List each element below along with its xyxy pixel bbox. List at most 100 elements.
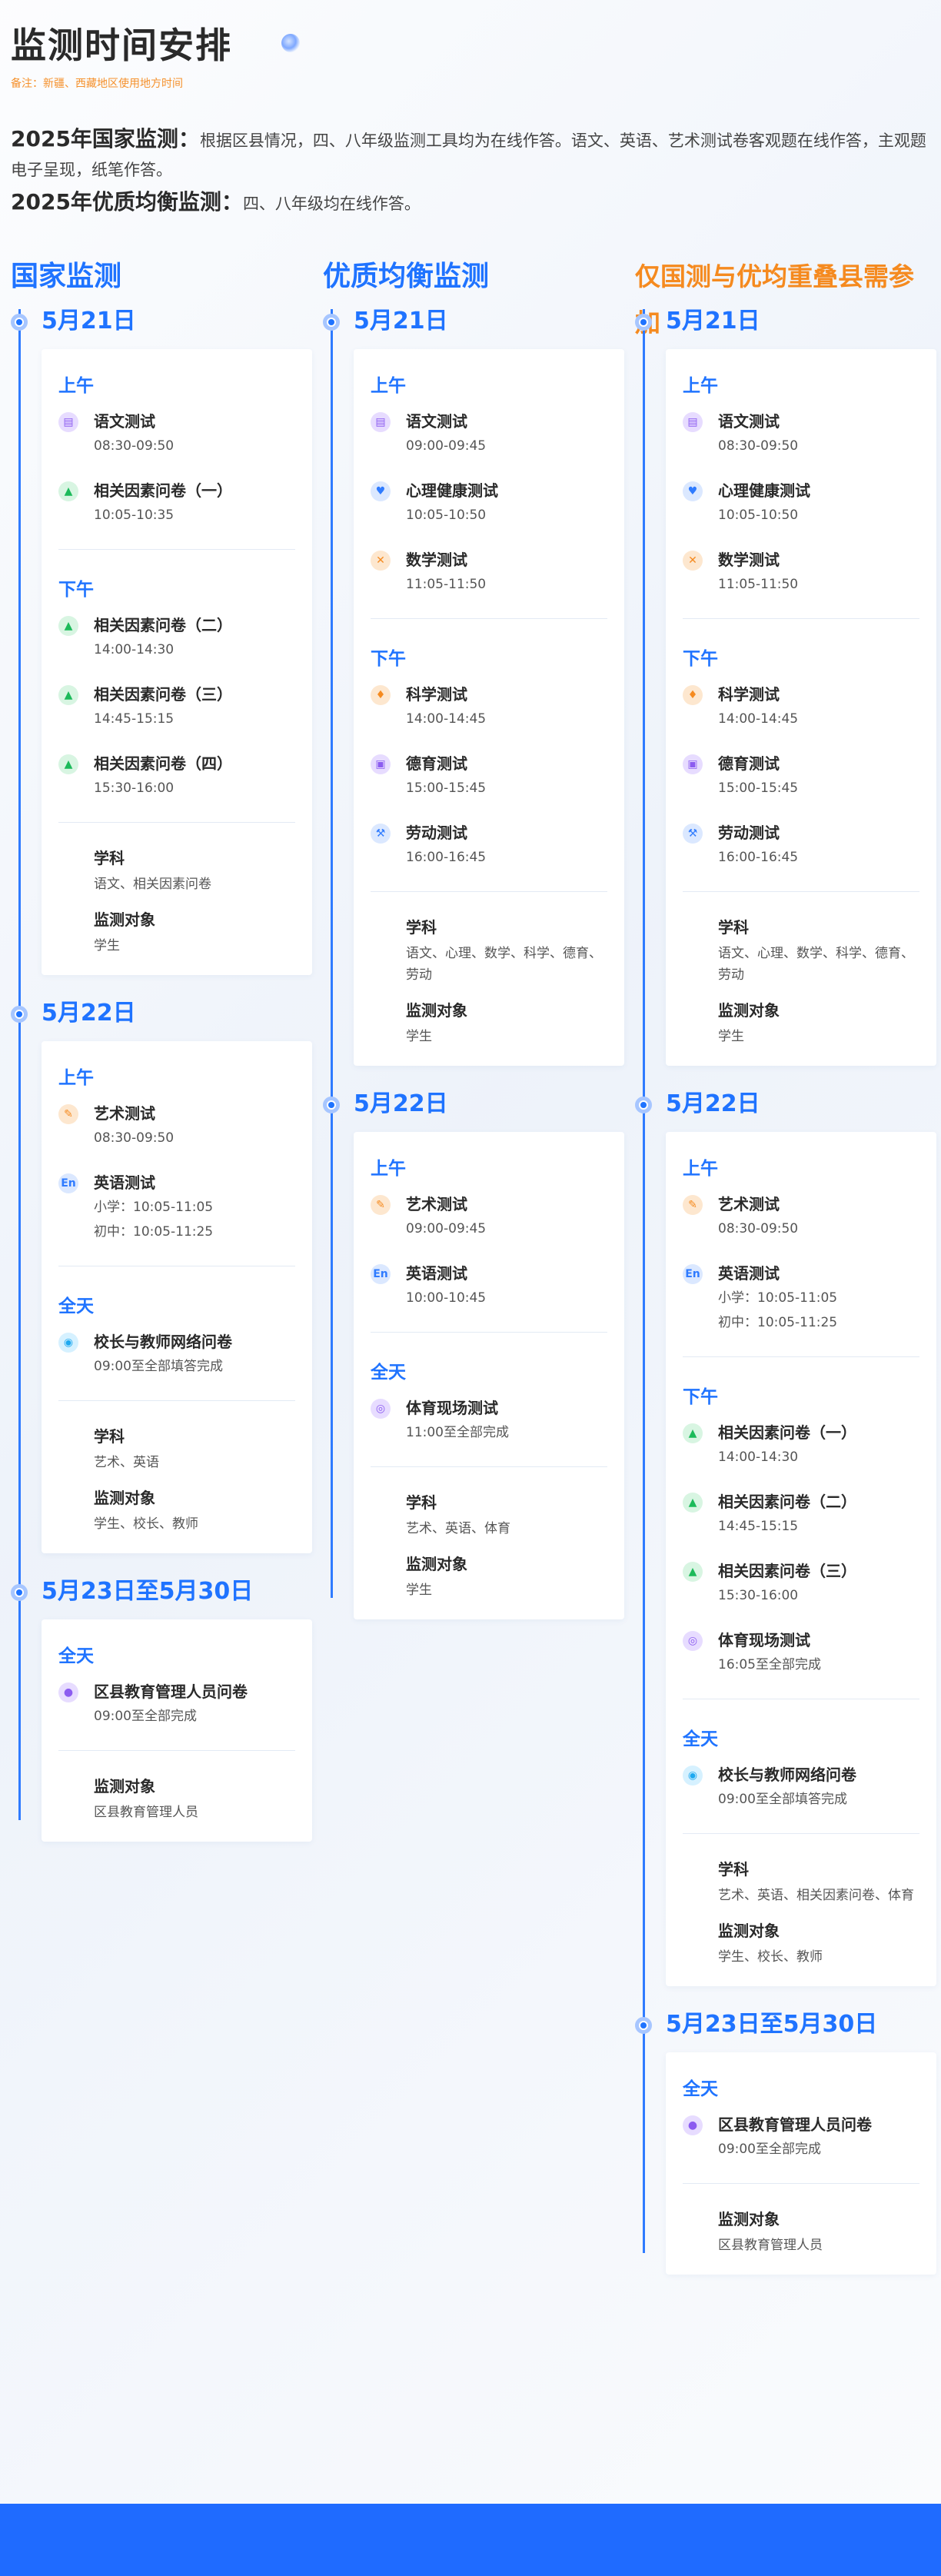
item-time: 10:05-10:35 bbox=[94, 508, 175, 523]
card-meta: 监测对象 区县教育管理人员 bbox=[683, 2208, 919, 2256]
item-time: 14:00-14:30 bbox=[718, 1449, 799, 1465]
date-label: 5月23日至5月30日 bbox=[666, 2011, 878, 2038]
timeline: 5月21日 上午 ▤ 语文测试 08:30-09:50 ♥ 心理健康测试 10:05-10:5… bbox=[635, 300, 936, 2275]
item-time: 小学：10:05-11:05 bbox=[718, 1290, 838, 1306]
english-icon: En bbox=[683, 1264, 703, 1284]
item-name: 语文测试 bbox=[94, 412, 155, 431]
item-text: 艺术测试 08:30-09:50 bbox=[94, 1103, 174, 1149]
schedule-item: ▣ 德育测试 15:00-15:45 bbox=[371, 753, 607, 799]
card-meta: 学科 艺术、英语、体育 监测对象 学生 bbox=[371, 1492, 607, 1601]
section-label: 下午 bbox=[683, 649, 718, 669]
item-text: 英语测试 小学：10:05-11:05 初中：10:05-11:25 bbox=[718, 1263, 837, 1333]
date-row: 5月21日 bbox=[635, 300, 936, 343]
schedule-item: ✕ 数学测试 11:05-11:50 bbox=[371, 549, 607, 595]
divider bbox=[371, 891, 607, 892]
item-name: 德育测试 bbox=[718, 754, 780, 773]
user-group-icon: ◉ bbox=[683, 1766, 703, 1786]
item-text: 艺术测试 08:30-09:50 bbox=[718, 1193, 798, 1240]
divider bbox=[683, 1833, 919, 1834]
sport-icon: ◎ bbox=[371, 1399, 391, 1419]
column-title: 优质均衡监测 bbox=[323, 261, 490, 292]
item-text: 体育现场测试 11:00至全部完成 bbox=[406, 1397, 509, 1443]
subject-value: 艺术、英语、相关因素问卷、体育 bbox=[718, 1888, 914, 1903]
target-label: 监测对象 bbox=[718, 2210, 780, 2228]
graduation-cap-icon: ▲ bbox=[58, 685, 78, 705]
book-icon: ▤ bbox=[371, 412, 391, 432]
section-label: 上午 bbox=[683, 1159, 718, 1179]
date-label: 5月21日 bbox=[666, 308, 760, 334]
schedule-item: ▲ 相关因素问卷（四） 15:30-16:00 bbox=[58, 753, 295, 799]
item-name: 语文测试 bbox=[406, 412, 467, 431]
target-value: 学生 bbox=[718, 1029, 744, 1044]
date-row: 5月21日 bbox=[11, 300, 312, 343]
subject-value: 艺术、英语 bbox=[94, 1455, 159, 1470]
divider bbox=[58, 549, 295, 550]
item-time: 14:00-14:30 bbox=[94, 642, 175, 657]
item-time: 09:00-09:45 bbox=[406, 1221, 487, 1236]
item-time: 09:00至全部完成 bbox=[718, 2142, 821, 2157]
schedule-item: ▲ 相关因素问卷（三） 14:45-15:15 bbox=[58, 684, 295, 730]
schedule-item: En 英语测试 小学：10:05-11:05 初中：10:05-11:25 bbox=[683, 1263, 919, 1333]
subject-label: 学科 bbox=[94, 849, 125, 867]
item-name: 语文测试 bbox=[718, 412, 780, 431]
item-name: 科学测试 bbox=[718, 685, 780, 704]
schedule-item: ▲ 相关因素问卷（三） 15:30-16:00 bbox=[683, 1560, 919, 1606]
item-text: 劳动测试 16:00-16:45 bbox=[718, 822, 798, 868]
schedule-item: ▲ 相关因素问卷（二） 14:00-14:30 bbox=[58, 614, 295, 661]
flask-icon: ♦ bbox=[683, 685, 703, 705]
schedule-item: ✎ 艺术测试 09:00-09:45 bbox=[371, 1193, 607, 1240]
timeline-line bbox=[331, 309, 333, 1598]
schedule-column: 优质均衡监测 5月21日 上午 ▤ 语文测试 09:00-09:45 ♥ 心理健康测试 10:0… bbox=[323, 254, 624, 1636]
item-name: 艺术测试 bbox=[406, 1195, 467, 1213]
schedule-item: En 英语测试 小学：10:05-11:05 初中：10:05-11:25 bbox=[58, 1172, 295, 1243]
item-name: 相关因素问卷（一） bbox=[718, 1423, 856, 1442]
item-text: 英语测试 小学：10:05-11:05 初中：10:05-11:25 bbox=[94, 1172, 213, 1243]
card-meta: 学科 语文、相关因素问卷 监测对象 学生 bbox=[58, 847, 295, 957]
heart-hand-icon: ♥ bbox=[371, 481, 391, 501]
item-text: 劳动测试 16:00-16:45 bbox=[406, 822, 486, 868]
sport-icon: ◎ bbox=[683, 1631, 703, 1651]
card-meta: 学科 艺术、英语、相关因素问卷、体育 监测对象 学生、校长、教师 bbox=[683, 1859, 919, 1968]
graduation-cap-icon: ▲ bbox=[683, 1423, 703, 1443]
timeline-dot-icon bbox=[635, 2017, 652, 2034]
section-label: 上午 bbox=[371, 376, 406, 396]
page-header: 监测时间安排 备注：新疆、西藏地区使用地方时间 bbox=[11, 18, 930, 91]
schedule-item: ◉ 校长与教师网络问卷 09:00至全部填答完成 bbox=[683, 1764, 919, 1810]
target-value: 学生、校长、教师 bbox=[94, 1516, 198, 1532]
item-text: 相关因素问卷（三） 14:45-15:15 bbox=[94, 684, 232, 730]
subject-label: 学科 bbox=[94, 1427, 125, 1446]
labor-icon: ⚒ bbox=[371, 824, 391, 844]
schedule-item: ♦ 科学测试 14:00-14:45 bbox=[371, 684, 607, 730]
item-text: 相关因素问卷（二） 14:00-14:30 bbox=[94, 614, 232, 661]
item-name: 相关因素问卷（一） bbox=[94, 481, 232, 500]
item-time: 10:05-10:50 bbox=[718, 508, 799, 523]
item-time: 15:00-15:45 bbox=[406, 780, 487, 796]
item-name: 相关因素问卷（二） bbox=[94, 616, 232, 634]
day-card: 上午 ✎ 艺术测试 09:00-09:45 En 英语测试 10:00-10:45 全天 ◎ 体育… bbox=[354, 1132, 624, 1619]
section-label: 上午 bbox=[58, 1068, 94, 1088]
target-label: 监测对象 bbox=[94, 910, 155, 929]
item-time: 11:00至全部完成 bbox=[406, 1425, 509, 1440]
schedule-item: ⚒ 劳动测试 16:00-16:45 bbox=[683, 822, 919, 868]
schedule-item: ♥ 心理健康测试 10:05-10:50 bbox=[683, 480, 919, 526]
target-label: 监测对象 bbox=[406, 1555, 467, 1573]
subject-label: 学科 bbox=[718, 918, 749, 937]
intro-national: 2025年国家监测：根据区县情况，四、八年级监测工具均为在线作答。语文、英语、艺… bbox=[11, 126, 926, 179]
item-time-secondary: 初中：10:05-11:25 bbox=[94, 1224, 214, 1240]
date-row: 5月22日 bbox=[635, 1083, 936, 1126]
date-row: 5月23日至5月30日 bbox=[11, 1570, 312, 1613]
card-meta: 学科 语文、心理、数学、科学、德育、劳动 监测对象 学生 bbox=[683, 917, 919, 1047]
item-time: 08:30-09:50 bbox=[718, 438, 799, 454]
item-text: 数学测试 11:05-11:50 bbox=[406, 549, 486, 595]
schedule-item: ▣ 德育测试 15:00-15:45 bbox=[683, 753, 919, 799]
item-time: 16:00-16:45 bbox=[718, 850, 799, 865]
date-label: 5月21日 bbox=[42, 308, 136, 334]
divider bbox=[683, 618, 919, 619]
subject-value: 艺术、英语、体育 bbox=[406, 1521, 510, 1536]
item-text: 语文测试 08:30-09:50 bbox=[94, 411, 174, 457]
labor-icon: ⚒ bbox=[683, 824, 703, 844]
item-time: 小学：10:05-11:05 bbox=[94, 1200, 214, 1215]
item-time: 11:05-11:50 bbox=[718, 577, 799, 592]
item-name: 校长与教师网络问卷 bbox=[94, 1333, 232, 1351]
card-meta: 学科 艺术、英语 监测对象 学生、校长、教师 bbox=[58, 1426, 295, 1535]
